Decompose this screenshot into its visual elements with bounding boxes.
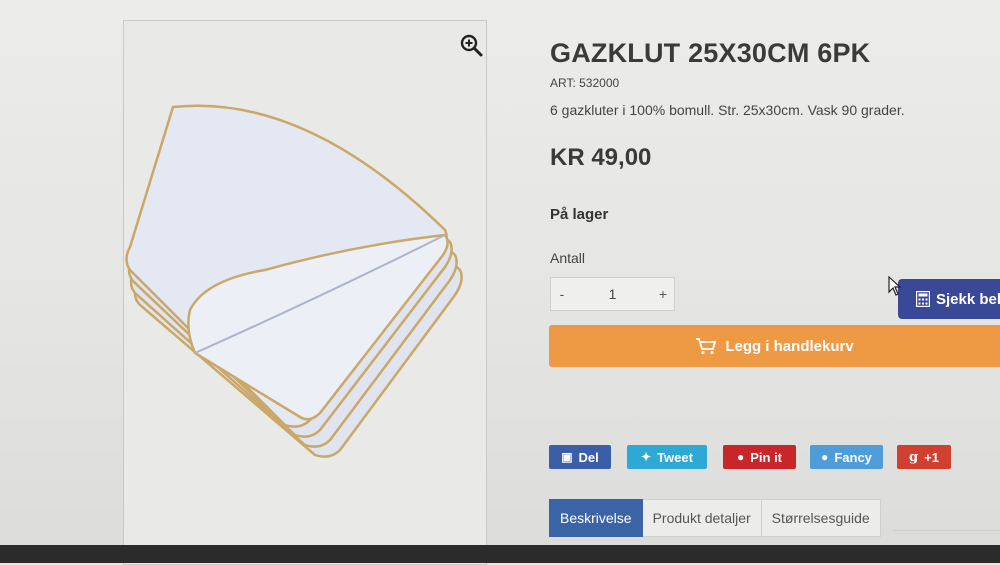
share-facebook-label: Del [578,449,599,465]
quantity-input[interactable]: 1 [573,286,652,302]
share-fancy-label: Fancy [834,449,872,465]
tab-product-details[interactable]: Produkt detaljer [642,499,762,537]
facebook-icon: ▣ [561,450,573,464]
article-number: ART: 532000 [550,76,620,90]
add-to-cart-button[interactable]: Legg i handlekurv [549,325,1000,367]
fancy-icon: ● [821,450,829,464]
product-tabs: Beskrivelse Produkt detaljer Størrelsesg… [549,499,881,537]
twitter-icon: ✦ [641,450,652,464]
quantity-increase-button[interactable]: + [652,286,674,302]
pinterest-icon: ● [736,450,745,464]
stock-status: På lager [550,206,609,223]
share-facebook-button[interactable]: ▣ Del [549,445,611,469]
cart-icon [696,338,717,355]
product-image[interactable] [125,95,475,465]
product-title: GAZKLUT 25X30CM 6PK [550,38,871,68]
share-google-plus-label: +1 [924,449,939,465]
tab-description[interactable]: Beskrivelse [549,499,643,537]
zoom-in-icon[interactable] [459,33,485,59]
add-to-cart-label: Legg i handlekurv [725,337,854,355]
quantity-label: Antall [550,250,586,266]
google-plus-icon: g [909,449,919,465]
calculate-need-label: Sjekk beh [936,290,1000,308]
mouse-cursor-icon [888,276,902,296]
share-twitter-button[interactable]: ✦ Tweet [627,445,707,469]
share-pinterest-label: Pin it [750,449,783,465]
quantity-stepper: - 1 + [550,277,675,311]
share-twitter-label: Tweet [657,449,693,465]
tab-size-guide[interactable]: Størrelsesguide [761,499,881,537]
calculator-icon [916,291,930,307]
monitor-bezel [0,545,1000,563]
quantity-decrease-button[interactable]: - [551,286,573,302]
share-google-plus-button[interactable]: g +1 [897,445,951,469]
tabs-divider [893,530,1000,531]
product-price: KR 49,00 [550,144,652,171]
calculate-need-button[interactable]: Sjekk beh [898,279,1000,319]
share-pinterest-button[interactable]: ● Pin it [723,445,796,469]
share-fancy-button[interactable]: ● Fancy [810,445,883,469]
product-description: 6 gazkluter i 100% bomull. Str. 25x30cm.… [550,102,905,118]
